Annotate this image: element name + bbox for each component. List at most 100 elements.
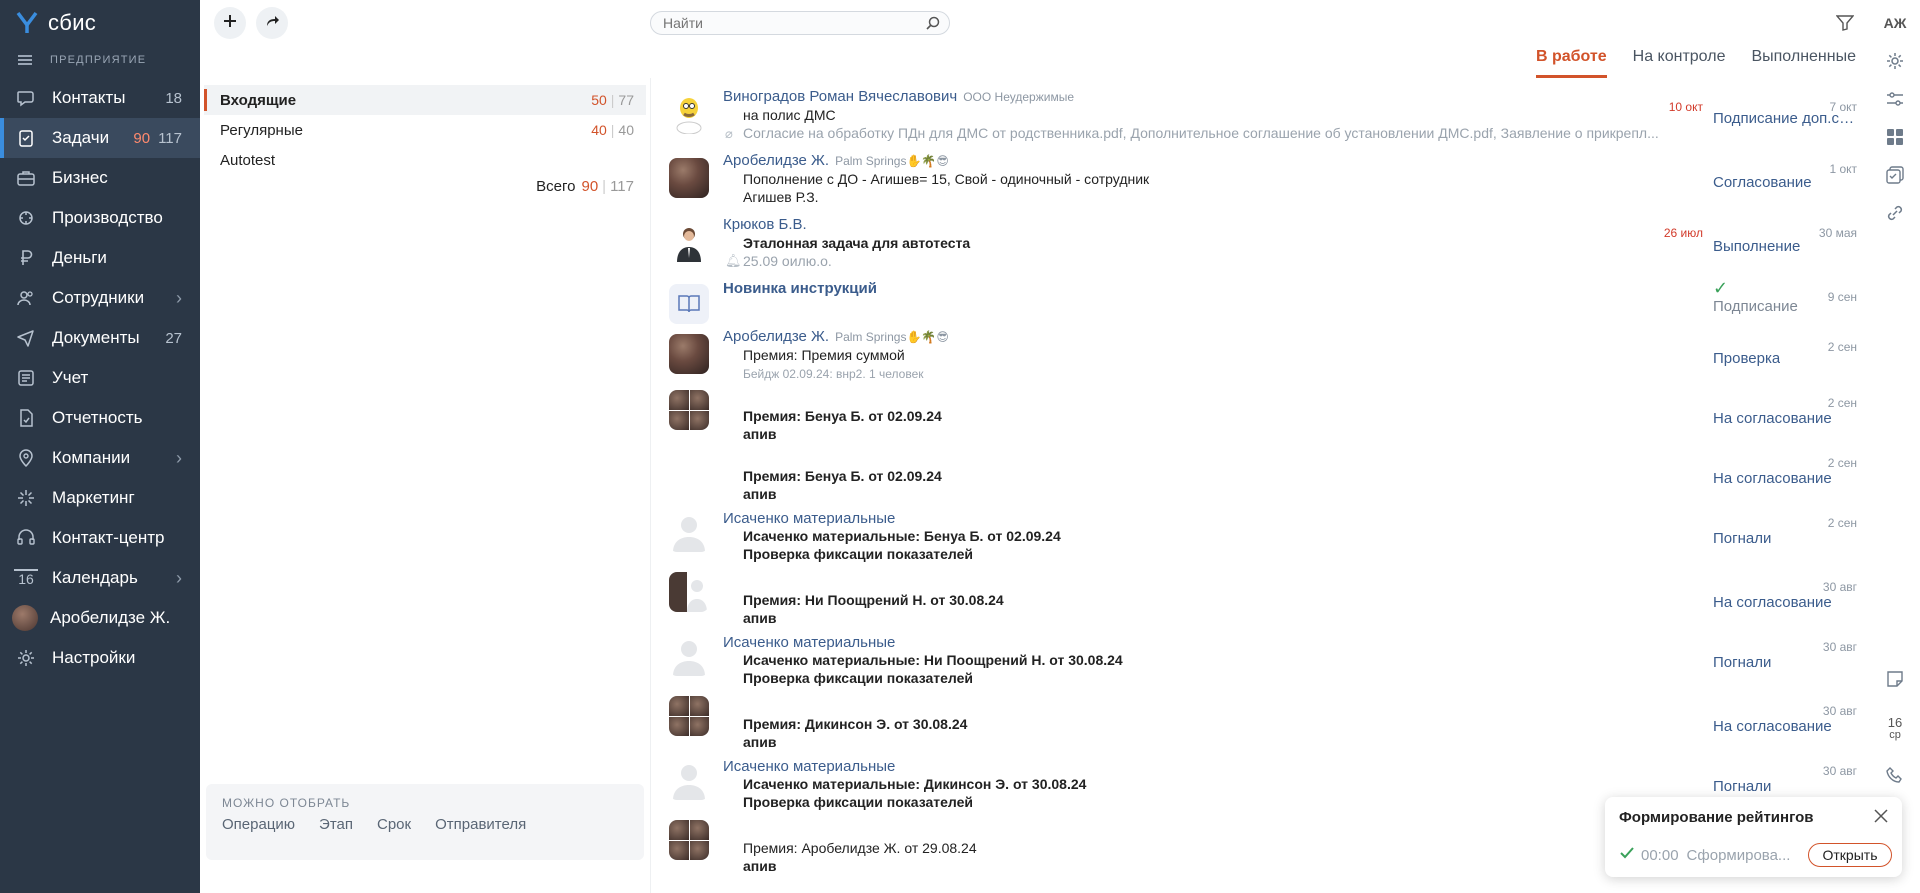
- tab-in-progress[interactable]: В работе: [1535, 48, 1607, 78]
- task-row[interactable]: Аробелидзе Ж. Palm Springs✋🌴😎 Премия: Пре…: [651, 326, 1868, 388]
- nav-item-companies[interactable]: Компании ›: [0, 438, 200, 478]
- sliders-icon[interactable]: [1882, 86, 1908, 112]
- filter-icon[interactable]: [1832, 10, 1858, 36]
- nav-item-business[interactable]: Бизнес: [0, 158, 200, 198]
- close-icon[interactable]: [1872, 807, 1890, 825]
- nav-item-marketing[interactable]: Маркетинг: [0, 478, 200, 518]
- calendar-today[interactable]: 16 ср: [1882, 712, 1908, 746]
- task-author[interactable]: Крюков Б.В.: [723, 216, 807, 233]
- task-status[interactable]: Подписание доп.со...: [1713, 110, 1859, 127]
- forward-button[interactable]: [256, 7, 288, 39]
- search-input[interactable]: [663, 15, 913, 31]
- note-icon[interactable]: [1882, 666, 1908, 692]
- nav-item-contact-center[interactable]: Контакт-центр: [0, 518, 200, 558]
- task-row[interactable]: Премия: Бенуа Б. от 02.09.24 апив 2 сен …: [651, 388, 1868, 448]
- task-list: Виноградов Роман Вячеславович ООО Неудерж…: [650, 78, 1868, 893]
- user-initials[interactable]: АЖ: [1882, 10, 1908, 36]
- nav-item-settings[interactable]: Настройки: [0, 638, 200, 678]
- task-author[interactable]: Исаченко материальные: [723, 758, 895, 775]
- avatar: [669, 820, 709, 860]
- checklist-icon[interactable]: [1882, 162, 1908, 188]
- task-status[interactable]: Погнали: [1713, 654, 1771, 671]
- paperclip-icon: ⌀: [725, 126, 733, 141]
- nav-item-production[interactable]: Производство: [0, 198, 200, 238]
- search-icon[interactable]: [925, 15, 941, 34]
- task-date: 30 авг: [1822, 640, 1857, 654]
- task-subtitle: Агишев Р.З.: [743, 189, 819, 205]
- tab-on-control[interactable]: На контроле: [1633, 48, 1726, 78]
- task-status[interactable]: На согласование: [1713, 410, 1832, 427]
- filter-option-stage[interactable]: Этап: [319, 816, 353, 833]
- folder-autotest[interactable]: Autotest: [204, 145, 646, 175]
- folder-inbox[interactable]: Входящие 50 | 77: [204, 85, 646, 115]
- nav-item-employees[interactable]: Сотрудники ›: [0, 278, 200, 318]
- main-nav: сбис ПРЕДПРИЯТИЕ Контакты 18 Задачи 90 11…: [0, 0, 200, 893]
- tab-completed[interactable]: Выполненные: [1751, 48, 1856, 78]
- task-author[interactable]: Исаченко материальные: [723, 634, 895, 651]
- task-status[interactable]: Проверка: [1713, 350, 1780, 367]
- avatar: [669, 222, 709, 262]
- ruble-icon: [14, 246, 38, 270]
- nav-count: 90 117: [133, 130, 182, 147]
- task-status[interactable]: На согласование: [1713, 594, 1832, 611]
- briefcase-icon: [14, 166, 38, 190]
- task-attachments[interactable]: Согласие на обработку ПДн для ДМС от род…: [743, 125, 1659, 141]
- nav-item-contacts[interactable]: Контакты 18: [0, 78, 200, 118]
- phone-icon[interactable]: [1882, 762, 1908, 788]
- task-row[interactable]: Аробелидзе Ж. Palm Springs✋🌴😎 Пополнение …: [651, 152, 1868, 214]
- apps-grid-icon[interactable]: [1882, 124, 1908, 150]
- avatar: [669, 512, 709, 552]
- task-status[interactable]: На согласование: [1713, 470, 1832, 487]
- ledger-icon: [14, 366, 38, 390]
- open-button[interactable]: Открыть: [1808, 843, 1892, 867]
- link-icon[interactable]: [1882, 200, 1908, 226]
- task-author[interactable]: Аробелидзе Ж. Palm Springs✋🌴😎: [723, 328, 949, 345]
- nav-section[interactable]: ПРЕДПРИЯТИЕ: [18, 50, 146, 70]
- total-all: 117: [610, 178, 634, 195]
- task-status[interactable]: Погнали: [1713, 778, 1771, 795]
- filter-option-deadline[interactable]: Срок: [377, 816, 411, 833]
- nav-item-calendar[interactable]: 16 Календарь ›: [0, 558, 200, 598]
- task-author[interactable]: Виноградов Роман Вячеславович ООО Неудерж…: [723, 88, 1074, 105]
- task-row[interactable]: Премия: Ни Поощрений Н. от 30.08.24 апив…: [651, 572, 1868, 634]
- nav-item-documents[interactable]: Документы 27: [0, 318, 200, 358]
- task-title[interactable]: Новинка инструкций: [723, 280, 877, 297]
- nav-item-reports[interactable]: Отчетность: [0, 398, 200, 438]
- sparkle-icon: [14, 486, 38, 510]
- filter-option-operation[interactable]: Операцию: [222, 816, 295, 833]
- nav-label: Аробелидзе Ж.: [50, 608, 171, 627]
- gear-icon[interactable]: [1882, 48, 1908, 74]
- nav-item-money[interactable]: Деньги: [0, 238, 200, 278]
- chevron-right-icon: ›: [176, 287, 182, 308]
- logo-text: сбис: [48, 10, 97, 35]
- create-button[interactable]: [214, 7, 246, 39]
- folder-regular[interactable]: Регулярные 40 | 40: [204, 115, 646, 145]
- task-status[interactable]: Подписание: [1713, 298, 1798, 315]
- task-note: Бейдж 02.09.24: внр2. 1 человек: [743, 367, 924, 381]
- task-row[interactable]: Виноградов Роман Вячеславович ООО Неудерж…: [651, 88, 1868, 150]
- task-row[interactable]: Исаченко материальные Исаченко материаль…: [651, 632, 1868, 694]
- nav-item-profile[interactable]: Аробелидзе Ж.: [0, 598, 200, 638]
- task-row[interactable]: Исаченко материальные Исаченко материаль…: [651, 508, 1868, 570]
- task-row[interactable]: Премия: Бенуа Б. от 02.09.24 апив 2 сен …: [651, 448, 1868, 508]
- nav-label: Компании: [52, 448, 131, 467]
- task-row[interactable]: Премия: Дикинсон Э. от 30.08.24 апив 30 …: [651, 696, 1868, 758]
- nav-item-accounting[interactable]: Учет: [0, 358, 200, 398]
- task-deadline: 10 окт: [1668, 100, 1703, 114]
- filter-option-sender[interactable]: Отправителя: [435, 816, 526, 833]
- nav-label: Календарь: [52, 568, 138, 587]
- task-row[interactable]: Крюков Б.В. Эталонная задача для автотес…: [651, 216, 1868, 278]
- nav-label: Учет: [52, 368, 89, 387]
- nav-label: Отчетность: [52, 408, 143, 427]
- calendar-weekday: ср: [1889, 729, 1901, 741]
- nav-item-tasks[interactable]: Задачи 90 117: [0, 118, 200, 158]
- task-date: 2 сен: [1827, 516, 1857, 530]
- task-status[interactable]: Согласование: [1713, 174, 1812, 191]
- task-status[interactable]: На согласование: [1713, 718, 1832, 735]
- factory-icon: [14, 206, 38, 230]
- task-author[interactable]: Исаченко материальные: [723, 510, 895, 527]
- task-status[interactable]: Погнали: [1713, 530, 1771, 547]
- logo[interactable]: сбис: [14, 8, 96, 38]
- task-author[interactable]: Аробелидзе Ж. Palm Springs✋🌴😎: [723, 152, 949, 169]
- task-status[interactable]: Выполнение: [1713, 238, 1800, 255]
